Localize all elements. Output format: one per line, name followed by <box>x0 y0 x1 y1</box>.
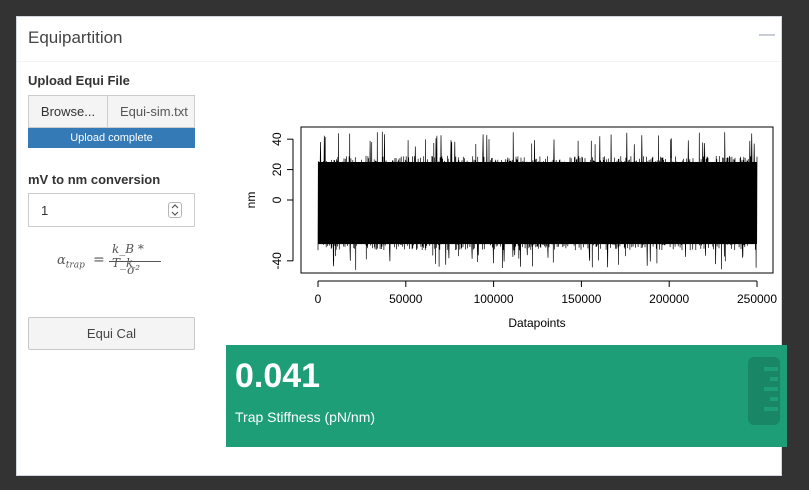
box-header: Equipartition — <box>17 17 781 62</box>
x-tick-label: 200000 <box>649 292 689 306</box>
formula-lhs: αtrap <box>57 253 85 271</box>
spinner-arrows-icon <box>171 204 179 216</box>
y-tick-label: 0 <box>270 196 284 203</box>
y-axis: -40 0 20 40 <box>270 132 294 270</box>
x-axis-label: Datapoints <box>508 316 565 330</box>
stiffness-value: 0.041 <box>235 357 321 395</box>
file-name-field[interactable]: Equi-sim.txt <box>108 96 194 127</box>
formula-fraction-bar <box>109 261 161 262</box>
formula-denominator: σ² <box>127 263 141 277</box>
y-axis-label: nm <box>244 192 258 209</box>
x-tick-label: 250000 <box>737 292 777 306</box>
stiffness-value-box: 0.041 Trap Stiffness (pN/nm) <box>226 345 787 447</box>
equipartition-box: Equipartition — Upload Equi File Browse.… <box>16 16 787 476</box>
x-tick-label: 100000 <box>474 292 514 306</box>
number-spinner[interactable] <box>168 202 182 218</box>
y-tick-label: -40 <box>270 252 284 270</box>
upload-progress-bar: Upload complete <box>28 128 195 148</box>
conversion-label: mV to nm conversion <box>28 172 161 187</box>
signal-series <box>317 131 758 270</box>
y-tick-label: 40 <box>270 132 284 146</box>
formula-equals: = <box>93 252 105 268</box>
stiffness-formula: αtrap = k_B * T_k σ² <box>57 242 167 278</box>
x-tick-label: 50000 <box>389 292 423 306</box>
x-tick-label: 0 <box>315 292 322 306</box>
equi-cal-button[interactable]: Equi Cal <box>28 317 195 350</box>
ruler-icon <box>748 357 780 425</box>
x-axis: 0 50000 100000 150000 200000 250000 <box>315 280 777 306</box>
box-title: Equipartition <box>28 28 123 47</box>
conversion-value[interactable]: 1 <box>41 203 48 218</box>
conversion-input[interactable]: 1 <box>28 193 195 227</box>
minus-icon[interactable]: — <box>759 25 775 45</box>
y-tick-label: 20 <box>270 163 284 177</box>
x-tick-label: 150000 <box>561 292 601 306</box>
browse-button[interactable]: Browse... <box>29 96 108 127</box>
upload-label: Upload Equi File <box>28 73 130 88</box>
datapoints-plot: 0 50000 100000 150000 200000 250000 -4002040 … <box>244 126 777 330</box>
file-input-group[interactable]: Browse... Equi-sim.txt <box>28 95 195 128</box>
stiffness-label: Trap Stiffness (pN/nm) <box>235 409 376 425</box>
